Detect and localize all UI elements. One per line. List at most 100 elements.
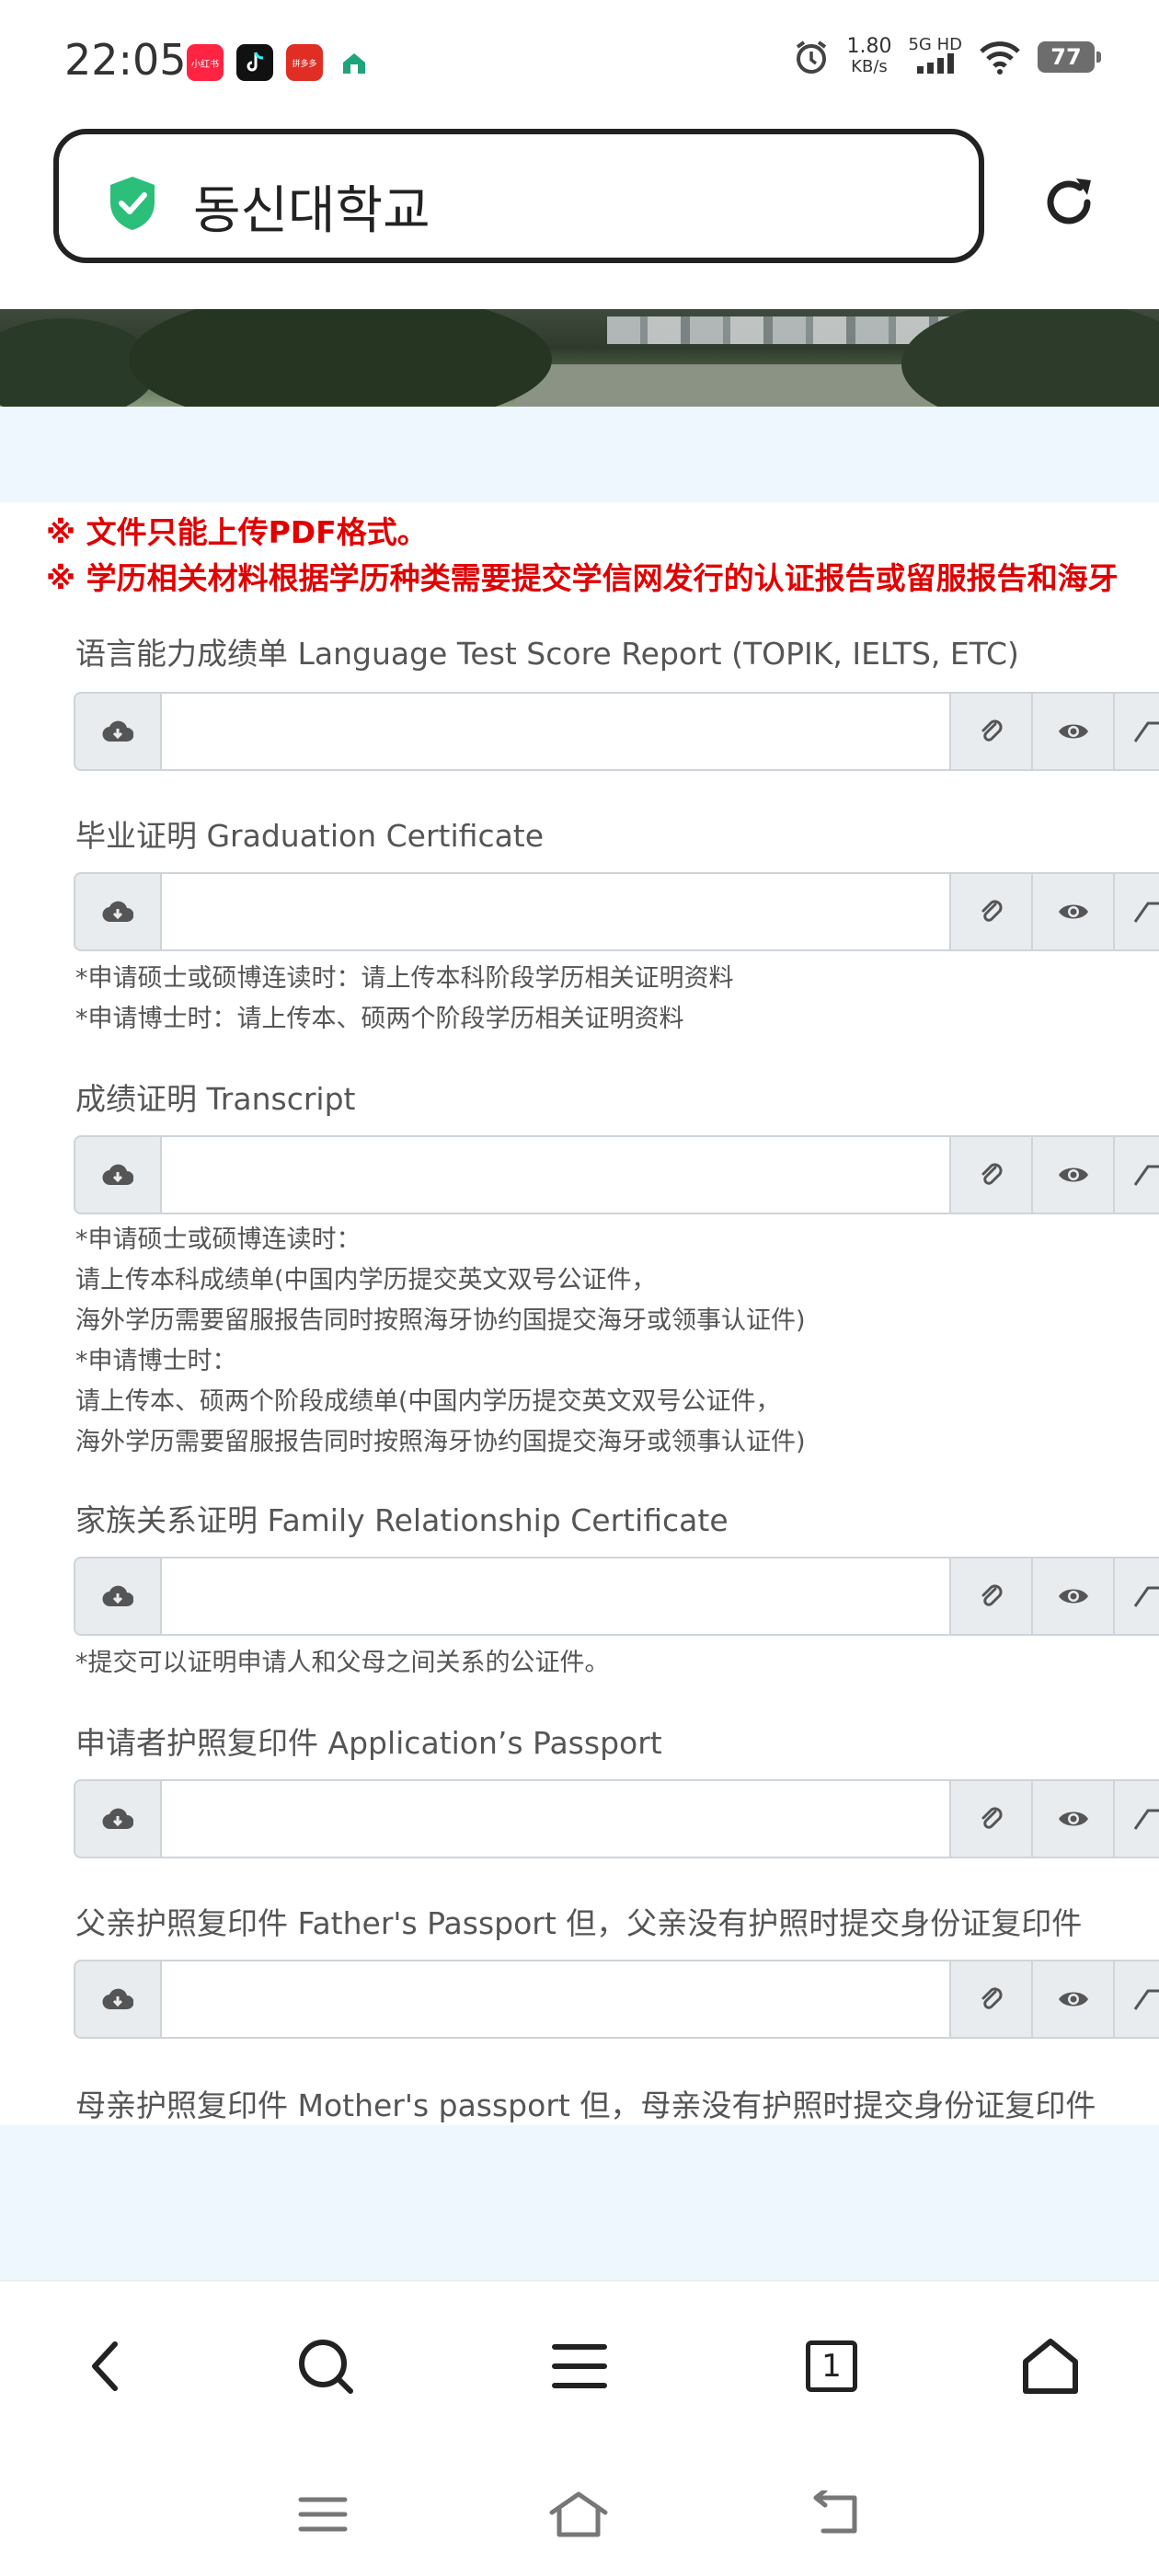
- xiaohongshu-app-icon: 小红书: [187, 44, 224, 81]
- system-back-button[interactable]: [804, 2482, 868, 2547]
- attach-button[interactable]: [949, 1960, 1031, 2039]
- attach-button[interactable]: [949, 1557, 1031, 1636]
- chevron-left-icon: [92, 2341, 118, 2391]
- cloud-download-icon: [102, 901, 133, 923]
- field-label-mother-passport: 母亲护照复印件 Mother's passport 但，母亲没有护照时提交身份证…: [75, 2087, 1096, 2123]
- tabs-button[interactable]: 1: [793, 2328, 870, 2405]
- file-path-input[interactable]: [162, 1779, 949, 1858]
- delete-button[interactable]: [1113, 872, 1159, 951]
- battery-icon: 77: [1038, 41, 1101, 73]
- cloud-download-icon: [102, 720, 133, 742]
- section-band: [0, 407, 1159, 502]
- notice-pdf-only: ※ 文件只能上传PDF格式。: [46, 514, 428, 550]
- delete-button[interactable]: [1113, 692, 1159, 771]
- preview-button[interactable]: [1031, 1779, 1113, 1858]
- network-type: 5G HD: [908, 37, 962, 77]
- back-arrow-icon: [813, 2490, 857, 2534]
- upload-form: ※ 文件只能上传PDF格式。 ※ 学历相关材料根据学历种类需要提交学信网发行的认…: [0, 502, 1159, 2125]
- search-button[interactable]: [287, 2328, 364, 2405]
- tabs-icon: 1: [806, 2340, 857, 2392]
- preview-button[interactable]: [1031, 692, 1113, 771]
- url-text: 동신대학교: [193, 181, 430, 241]
- download-button[interactable]: [74, 872, 162, 951]
- recent-apps-button[interactable]: [291, 2482, 355, 2547]
- url-bar[interactable]: 동신대학교: [53, 129, 984, 263]
- system-nav-bar: [0, 2445, 1159, 2576]
- status-right-icons: 1.80 KB/s 5G HD 77: [793, 37, 1101, 77]
- eraser-icon: [1133, 902, 1159, 923]
- preview-button[interactable]: [1031, 1960, 1113, 2039]
- attach-button[interactable]: [949, 872, 1031, 951]
- network-type-label: 5G HD: [908, 35, 962, 54]
- helper-text: 请上传本、硕两个阶段成绩单(中国内学历提交英文双号公证件，: [75, 1387, 781, 1416]
- alarm-icon: [797, 40, 827, 74]
- delete-button[interactable]: [1113, 1135, 1159, 1214]
- secure-shield-icon: [110, 177, 155, 230]
- paperclip-icon: [981, 900, 1003, 922]
- download-button[interactable]: [74, 1135, 162, 1214]
- paperclip-icon: [981, 719, 1003, 742]
- upload-group-language-test: [74, 692, 1159, 771]
- attach-button[interactable]: [949, 692, 1031, 771]
- helper-text: 请上传本科成绩单(中国内学历提交英文双号公证件，: [75, 1266, 657, 1294]
- helper-text: *提交可以证明申请人和父母之间关系的公证件。: [75, 1649, 610, 1677]
- wifi-icon: [980, 41, 1020, 75]
- paperclip-icon: [981, 1987, 1003, 2009]
- helper-text: *申请硕士或硕博连读时：: [75, 1225, 361, 1254]
- pinduoduo-app-icon: 拼多多: [286, 44, 323, 81]
- file-path-input[interactable]: [162, 692, 949, 771]
- reload-button[interactable]: [1032, 166, 1106, 239]
- system-home-button[interactable]: [546, 2482, 611, 2547]
- preview-button[interactable]: [1031, 1135, 1113, 1214]
- back-button[interactable]: [68, 2328, 145, 2405]
- upload-group-transcript: [74, 1135, 1159, 1214]
- net-speed: 1.80 KB/s: [846, 37, 891, 77]
- delete-button[interactable]: [1113, 1960, 1159, 2039]
- attach-button[interactable]: [949, 1779, 1031, 1858]
- eye-icon: [1058, 1589, 1088, 1604]
- field-label-applicant-passport: 申请者护照复印件 Application’s Passport: [75, 1725, 662, 1761]
- net-speed-value: 1.80: [846, 35, 892, 58]
- upload-group-father-passport: [74, 1960, 1159, 2039]
- attach-button[interactable]: [949, 1135, 1031, 1214]
- eraser-icon: [1133, 1586, 1159, 1607]
- eye-icon: [1058, 904, 1088, 919]
- file-path-input[interactable]: [162, 1960, 949, 2039]
- upload-group-graduation-certificate: [74, 872, 1159, 951]
- home-outline-icon: [549, 2491, 608, 2537]
- download-button[interactable]: [74, 1960, 162, 2039]
- helper-text: *申请博士时：请上传本、硕两个阶段学历相关证明资料: [75, 1005, 684, 1033]
- eye-icon: [1058, 1992, 1088, 2007]
- search-icon: [299, 2340, 353, 2394]
- helper-text: 海外学历需要留服报告同时按照海牙协约国提交海牙或领事认证件): [75, 1428, 806, 1456]
- file-path-input[interactable]: [162, 872, 949, 951]
- paperclip-icon: [981, 1163, 1003, 1185]
- cloud-download-icon: [102, 1988, 133, 2010]
- upload-group-applicant-passport: [74, 1779, 1159, 1858]
- home-icon: [1023, 2339, 1078, 2394]
- menu-button[interactable]: [541, 2328, 618, 2405]
- browser-toolbar: 1: [0, 2280, 1159, 2447]
- home-button[interactable]: [1012, 2328, 1089, 2405]
- preview-button[interactable]: [1031, 1557, 1113, 1636]
- preview-button[interactable]: [1031, 872, 1113, 951]
- paperclip-icon: [981, 1584, 1003, 1606]
- eraser-icon: [1133, 1989, 1159, 2010]
- signal-icon: [916, 53, 954, 74]
- helper-text: *申请博士时：: [75, 1347, 237, 1375]
- notice-education-docs: ※ 学历相关材料根据学历种类需要提交学信网发行的认证报告或留服报告和海牙: [46, 560, 1119, 596]
- delete-button[interactable]: [1113, 1779, 1159, 1858]
- download-button[interactable]: [74, 1779, 162, 1858]
- hero-image: [0, 309, 1159, 407]
- delete-button[interactable]: [1113, 1557, 1159, 1636]
- paperclip-icon: [981, 1807, 1003, 1829]
- section-band: [0, 2125, 1159, 2280]
- file-path-input[interactable]: [162, 1135, 949, 1214]
- download-button[interactable]: [74, 1557, 162, 1636]
- home-app-icon: [336, 44, 373, 81]
- status-time: 22:05: [64, 35, 187, 85]
- file-path-input[interactable]: [162, 1557, 949, 1636]
- field-label-father-passport: 父亲护照复印件 Father's Passport 但，父亲没有护照时提交身份证…: [75, 1905, 1083, 1941]
- download-button[interactable]: [74, 692, 162, 771]
- notification-icons: 小红书 拼多多: [187, 44, 373, 81]
